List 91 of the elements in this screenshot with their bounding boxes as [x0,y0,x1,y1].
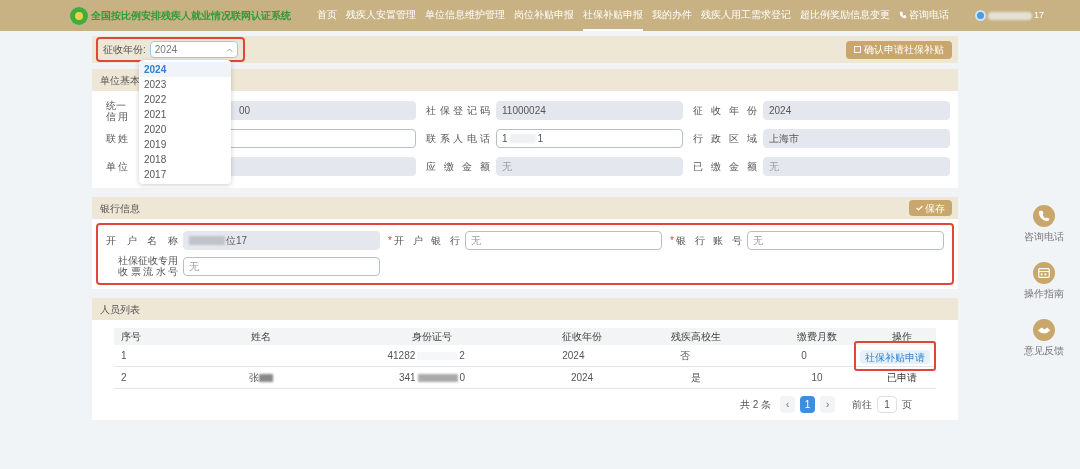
section-title: 人员列表 [100,302,140,317]
table-cell-text: 0 [800,349,808,363]
field-label: 开户银行 [393,235,460,246]
input-field[interactable]: 无 [747,231,944,250]
column-header: 姓名 [250,330,272,344]
app-title: 全国按比例安排残疾人就业情况联网认证系统 [91,9,291,23]
field-label: 已缴金额 [693,161,757,172]
tool-label: 咨询电话 [1024,230,1064,244]
check-icon [916,205,923,211]
input-field[interactable]: 无 [183,256,380,276]
section-title: 银行信息 [100,201,140,216]
dropdown-item[interactable]: 2019 [139,137,231,152]
table-cell-text: 10 [810,371,824,385]
blurred-block [259,373,273,382]
status-text: 已申请 [887,371,917,385]
table-cell-text: 否 [679,349,692,363]
table-cell-text: 1 [120,349,128,363]
input-field: 无 [763,157,950,176]
blurred-block [189,236,225,245]
field-label: 社保征收专用收票流水号 [118,255,178,277]
user-name: 17 [1034,8,1044,22]
page-button[interactable]: 1 [800,396,815,413]
blurred-block [988,11,1032,20]
field-label: 征收年份: [103,43,146,57]
table-cell-text: 2024 [569,371,595,385]
phone-icon [899,10,907,19]
table-cell-text: 41282 2 [386,349,466,363]
nav-tab[interactable]: 残疾人用工需求登记 [701,0,791,31]
nav-tab[interactable]: 岗位补贴申报 [514,0,574,31]
field-label: 开户名称 [106,235,178,246]
apply-button[interactable]: 社保补贴申请 [860,349,930,364]
goto-unit: 页 [902,398,912,412]
field-label: 统一信用 [106,99,128,122]
year-select[interactable]: 2024 [149,41,238,58]
tool-label: 操作指南 [1024,287,1064,301]
table-cell-text: 是 [690,371,702,385]
column-header: 序号 [120,330,142,344]
field-label: 社保登记码 [426,105,490,116]
input-field[interactable]: 1 1 [496,129,683,148]
flower-logo-icon [70,6,88,25]
dropdown-item[interactable]: 2017 [139,167,231,182]
goto-label: 前往 [852,398,872,412]
dropdown-item[interactable]: 2020 [139,122,231,137]
table-cell-text: 2024 [561,349,586,363]
nav-tab[interactable]: 超比例奖励信息变更 [800,0,890,31]
column-header: 身份证号 [411,330,453,344]
save-button[interactable]: 保存 [909,200,952,216]
required-mark: * [670,234,674,248]
nav-tab[interactable]: 我的办件 [652,0,692,31]
prev-page-button[interactable]: ‹ [780,396,795,413]
nav-tab[interactable]: 单位信息维护管理 [425,0,505,31]
next-page-button[interactable]: › [820,396,835,413]
input-field: 位17 [183,231,380,250]
total-count: 共 2 条 [739,398,771,412]
help-icon[interactable] [1033,319,1055,341]
input-field: 2024 [763,101,950,120]
input-field: 11000024 [496,101,683,120]
field-label: 征收年份 [693,105,757,116]
confirm-button[interactable]: 确认申请社保补贴 [846,40,952,59]
dropdown-item[interactable]: 2023 [139,77,231,92]
table-cell-text: 341 0 [397,371,467,385]
column-header: 操作 [891,330,913,344]
avatar-icon [975,10,986,21]
field-label: 单位 [106,161,128,172]
table-cell: 张 [196,370,326,385]
column-header: 残疾高校生 [670,330,722,344]
input-field[interactable]: 无 [465,231,662,250]
dropdown-item[interactable]: 2018 [139,152,231,167]
input-field: 无 [496,157,683,176]
input-field: 上海市 [763,129,950,148]
document-icon [854,46,861,53]
nav-tab[interactable]: 首页 [317,0,337,31]
table-cell-text: 2 [120,371,128,385]
column-header: 征收年份 [561,330,603,344]
tool-label: 意见反馈 [1024,344,1064,358]
required-mark: * [388,234,392,248]
nav-tab[interactable]: 残疾人安置管理 [346,0,416,31]
field-label: 应缴金额 [426,161,490,172]
field-label: 联姓 [106,133,128,144]
section-title: 单位基本 [100,73,140,88]
dropdown-item[interactable]: 2024 [139,62,231,77]
blurred-block [417,373,458,382]
page-input[interactable]: 1 [877,396,897,413]
column-header: 缴费月数 [796,330,838,344]
field-label: 银行账号 [675,235,742,246]
field-label: 联系人电话 [426,133,490,144]
phone-icon[interactable] [1033,205,1055,227]
field-label: 行政区域 [693,133,757,144]
nav-tab[interactable]: 社保补贴申报 [583,0,643,31]
guide-icon[interactable] [1033,262,1055,284]
nav-tab[interactable]: 咨询电话 [899,0,949,31]
